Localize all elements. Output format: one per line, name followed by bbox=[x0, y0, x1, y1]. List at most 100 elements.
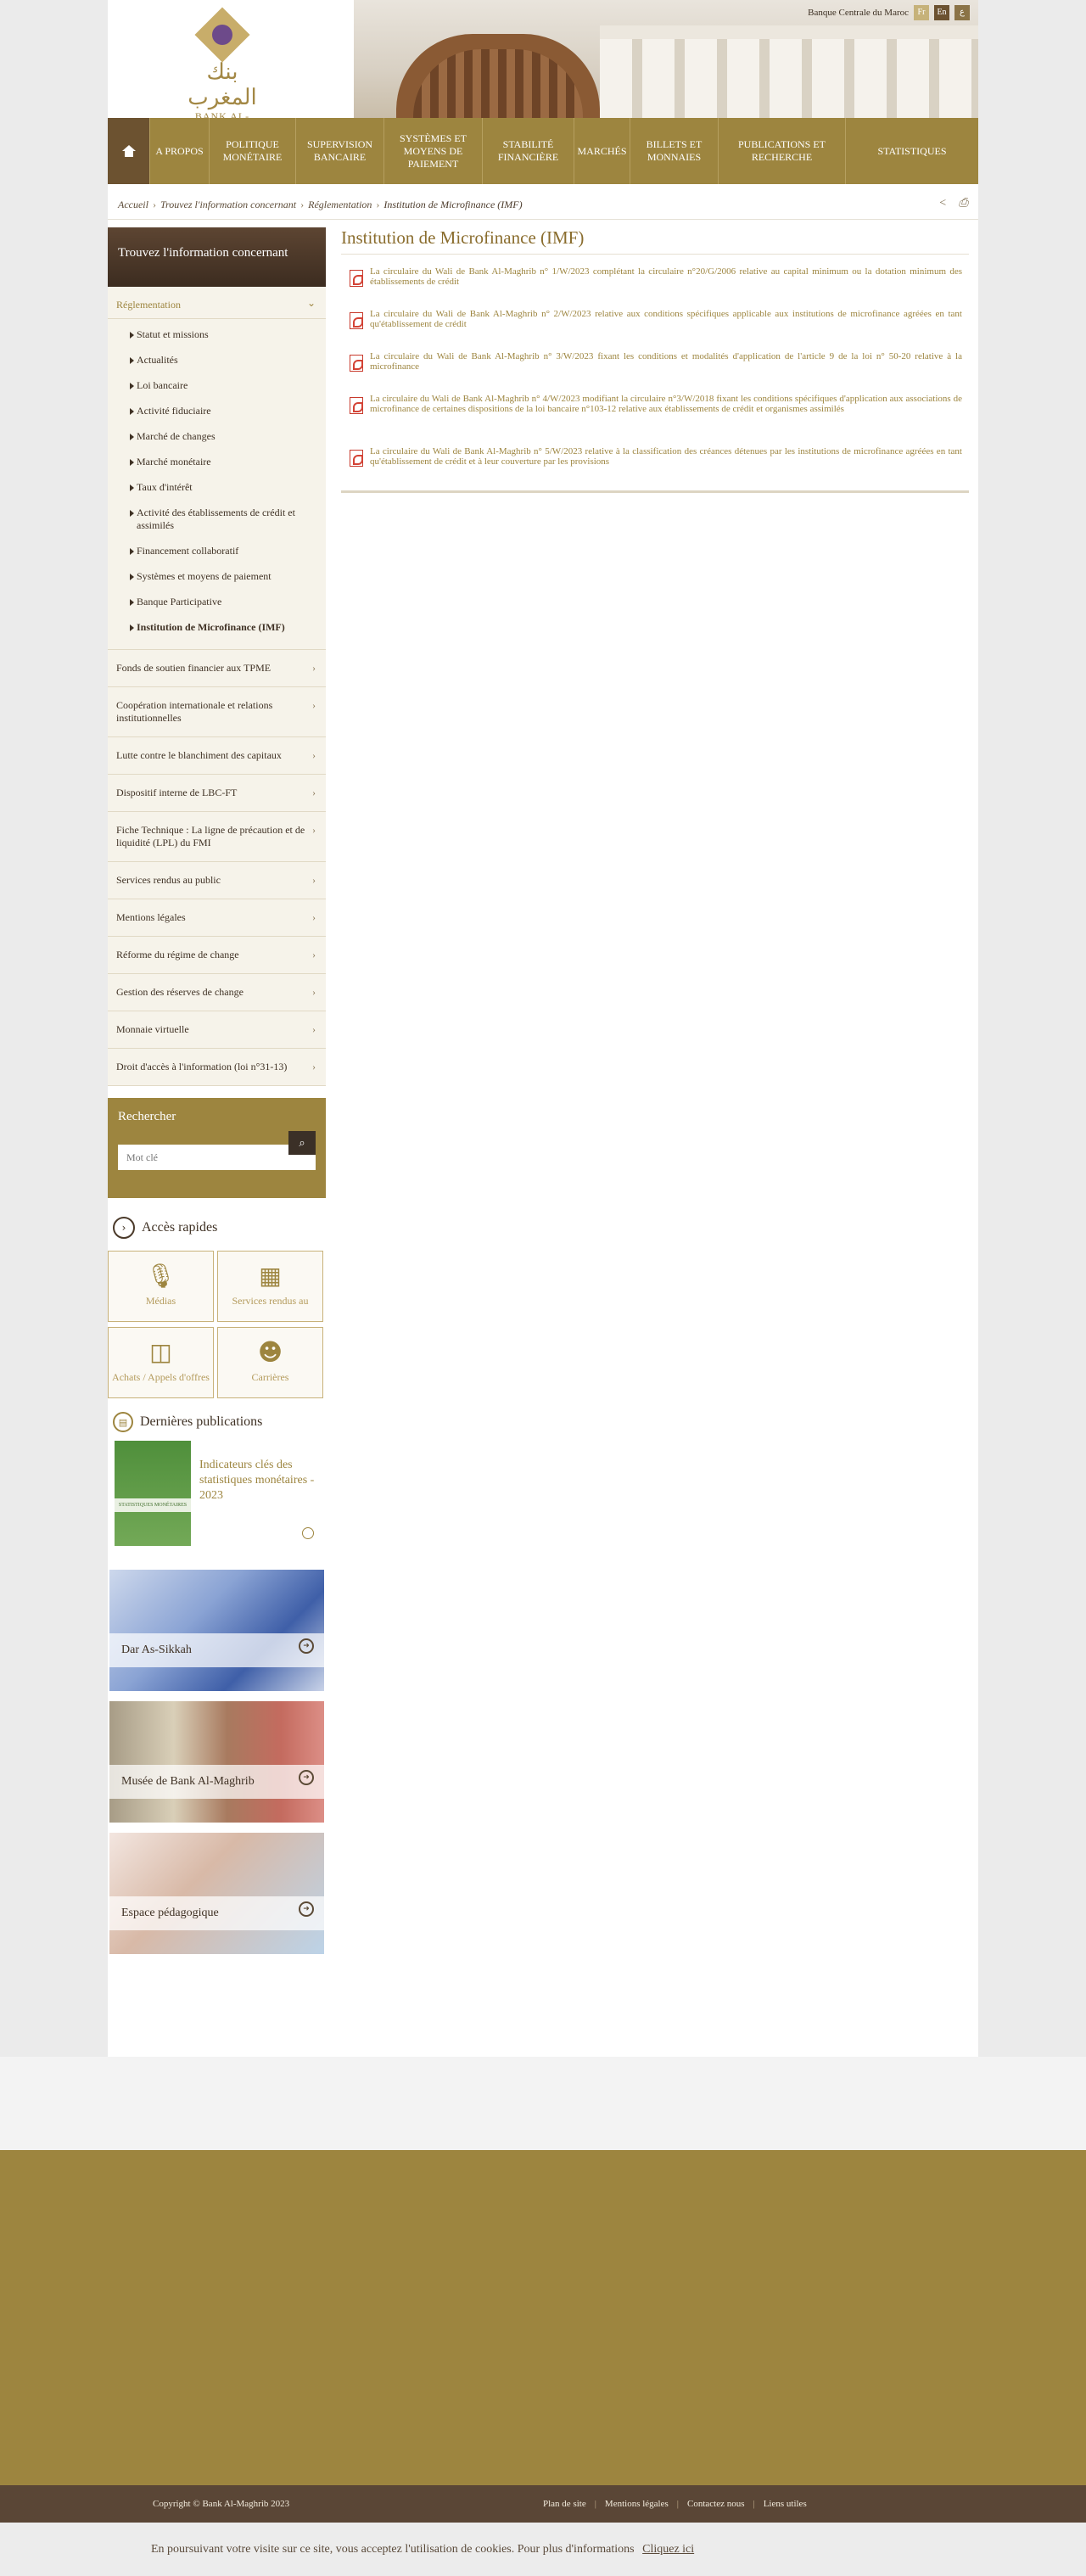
search-icon[interactable]: ⌕ bbox=[288, 1131, 316, 1155]
nav-a-propos[interactable]: A PROPOS bbox=[150, 118, 210, 184]
sidebar-item-reserves-change[interactable]: Gestion des réserves de change › bbox=[108, 974, 326, 1011]
share-icon[interactable]: < bbox=[938, 197, 946, 210]
lang-fr[interactable]: Fr bbox=[914, 5, 929, 20]
nav-systemes-paiement[interactable]: SYSTÈMES ET MOYENS DE PAIEMENT bbox=[384, 118, 483, 184]
promo-label: Dar As-Sikkah bbox=[109, 1633, 324, 1667]
submenu-item-actualites[interactable]: Actualités bbox=[130, 348, 317, 373]
quick-access-title: Accès rapides bbox=[142, 1220, 218, 1235]
close-icon[interactable] bbox=[1016, 2536, 1035, 2555]
circular-link[interactable]: La circulaire du Wali de Bank Al-Maghrib… bbox=[370, 266, 962, 287]
circular-item[interactable]: La circulaire du Wali de Bank Al-Maghrib… bbox=[341, 382, 969, 434]
sidebar-item-label: Réglementation bbox=[116, 299, 181, 311]
submenu-item-imf[interactable]: Institution de Microfinance (IMF) bbox=[130, 615, 317, 641]
quick-access-label: Achats / Appels d'offres bbox=[112, 1371, 210, 1383]
lang-en[interactable]: En bbox=[934, 5, 949, 20]
sidebar-item-label: Services rendus au public bbox=[116, 874, 221, 886]
publication-cover-image[interactable]: STATISTIQUES MONÉTAIRES bbox=[115, 1441, 191, 1546]
sidebar-item-label: Gestion des réserves de change bbox=[116, 986, 244, 998]
sidebar-item-services-public[interactable]: Services rendus au public › bbox=[108, 862, 326, 899]
promo-dar-as-sikkah[interactable]: Dar As-Sikkah ➜ bbox=[109, 1570, 324, 1691]
publication-link[interactable]: Indicateurs clés des statistiques monéta… bbox=[199, 1458, 318, 1504]
submenu-item-activite-fiduciaire[interactable]: Activité fiduciaire bbox=[130, 399, 317, 424]
sidebar-item-fonds-tpme[interactable]: Fonds de soutien financier aux TPME › bbox=[108, 650, 326, 687]
bank-logo[interactable]: بنك المغرب BANK AL-MAGHRIB bbox=[171, 7, 273, 118]
submenu-item-marche-changes[interactable]: Marché de changes bbox=[130, 424, 317, 450]
site-name-link[interactable]: Banque Centrale du Maroc bbox=[808, 8, 909, 18]
chevron-right-icon: › bbox=[312, 824, 316, 836]
breadcrumb-reglementation[interactable]: Réglementation bbox=[308, 199, 372, 211]
promo-espace-pedagogique[interactable]: Espace pédagogique ➜ bbox=[109, 1833, 324, 1954]
submenu-item-etablissements-credit[interactable]: Activité des établissements de crédit et… bbox=[130, 501, 317, 539]
chevron-right-icon: › bbox=[312, 911, 316, 923]
sidebar-item-label: Monnaie virtuelle bbox=[116, 1023, 189, 1035]
promo-musee[interactable]: Musée de Bank Al-Maghrib ➜ bbox=[109, 1701, 324, 1823]
footer-link-mentions-legales[interactable]: Mentions légales bbox=[605, 2499, 669, 2509]
submenu-item-systemes-paiement[interactable]: Systèmes et moyens de paiement bbox=[130, 564, 317, 590]
submenu-item-marche-monetaire[interactable]: Marché monétaire bbox=[130, 450, 317, 475]
print-icon[interactable]: ⎙ bbox=[959, 197, 968, 210]
pdf-icon bbox=[350, 312, 363, 329]
circular-link[interactable]: La circulaire du Wali de Bank Al-Maghrib… bbox=[370, 394, 962, 414]
publication-more-icon[interactable] bbox=[302, 1527, 314, 1539]
sidebar-submenu: Statut et missions Actualités Loi bancai… bbox=[108, 319, 326, 650]
submenu-item-banque-participative[interactable]: Banque Participative bbox=[130, 590, 317, 615]
footer-link-plan-site[interactable]: Plan de site bbox=[543, 2499, 586, 2509]
sidebar-item-lpl-fmi[interactable]: Fiche Technique : La ligne de précaution… bbox=[108, 812, 326, 862]
nav-publications-recherche[interactable]: PUBLICATIONS ET RECHERCHE bbox=[719, 118, 846, 184]
sidebar-item-mentions-legales[interactable]: Mentions légales › bbox=[108, 899, 326, 937]
chevron-right-icon: › bbox=[312, 874, 316, 886]
sidebar-item-blanchiment[interactable]: Lutte contre le blanchiment des capitaux… bbox=[108, 737, 326, 775]
circular-link[interactable]: La circulaire du Wali de Bank Al-Maghrib… bbox=[370, 309, 962, 329]
main-content: Institution de Microfinance (IMF) La cir… bbox=[341, 227, 969, 493]
cookie-banner: En poursuivant votre visite sur ce site,… bbox=[0, 2523, 1086, 2576]
nav-billets-monnaies[interactable]: BILLETS ET MONNAIES bbox=[630, 118, 719, 184]
quick-access-achats[interactable]: ◫ Achats / Appels d'offres bbox=[108, 1327, 214, 1398]
content-divider bbox=[341, 490, 969, 493]
circular-item[interactable]: La circulaire du Wali de Bank Al-Maghrib… bbox=[341, 255, 969, 297]
breadcrumb-separator-icon: › bbox=[300, 198, 305, 210]
nav-supervision-bancaire[interactable]: SUPERVISION BANCAIRE bbox=[296, 118, 384, 184]
lang-ar[interactable]: ع bbox=[954, 5, 970, 20]
nav-politique-monetaire[interactable]: POLITIQUE MONÉTAIRE bbox=[210, 118, 296, 184]
nav-stabilite-financiere[interactable]: STABILITÉ FINANCIÈRE bbox=[483, 118, 574, 184]
sidebar-item-cooperation[interactable]: Coopération internationale et relations … bbox=[108, 687, 326, 737]
footer-link-contact[interactable]: Contactez nous bbox=[687, 2499, 745, 2509]
sidebar-item-monnaie-virtuelle[interactable]: Monnaie virtuelle › bbox=[108, 1011, 326, 1049]
sidebar-item-label: Mentions légales bbox=[116, 911, 186, 923]
submenu-item-financement-collaboratif[interactable]: Financement collaboratif bbox=[130, 539, 317, 564]
quick-access-services[interactable]: ▦ Services rendus au bbox=[217, 1251, 323, 1322]
quick-access-label: Médias bbox=[145, 1295, 176, 1307]
arrow-right-circle-icon: › bbox=[113, 1217, 135, 1239]
submenu-item-taux-interet[interactable]: Taux d'intérêt bbox=[130, 475, 317, 501]
microphone-icon: 🎙 bbox=[145, 1262, 176, 1290]
sidebar-title: Trouvez l'information concernant bbox=[108, 227, 326, 287]
footer-link-liens-utiles[interactable]: Liens utiles bbox=[764, 2499, 807, 2509]
shopping-bag-icon: ◫ bbox=[149, 1338, 172, 1366]
sidebar-item-lbc-ft[interactable]: Dispositif interne de LBC-FT › bbox=[108, 775, 326, 812]
quick-access-medias[interactable]: 🎙 Médias bbox=[108, 1251, 214, 1322]
circular-link[interactable]: La circulaire du Wali de Bank Al-Maghrib… bbox=[370, 446, 962, 467]
quick-access-carrieres[interactable]: ☻ Carrières bbox=[217, 1327, 323, 1398]
search-title: Rechercher bbox=[118, 1110, 176, 1123]
breadcrumb-home[interactable]: Accueil bbox=[118, 199, 148, 211]
quick-access-grid: 🎙 Médias ▦ Services rendus au ◫ Achats /… bbox=[108, 1251, 326, 1398]
sidebar-item-reglementation[interactable]: Réglementation ⌄ bbox=[108, 287, 326, 319]
submenu-item-loi-bancaire[interactable]: Loi bancaire bbox=[130, 373, 317, 399]
chevron-right-icon: › bbox=[312, 949, 316, 960]
circular-item[interactable]: La circulaire du Wali de Bank Al-Maghrib… bbox=[341, 297, 969, 339]
sidebar-item-reforme-change[interactable]: Réforme du régime de change › bbox=[108, 937, 326, 974]
nav-marches[interactable]: MARCHÉS bbox=[574, 118, 630, 184]
submenu-item-statut[interactable]: Statut et missions bbox=[130, 322, 317, 348]
quick-access-header: › Accès rapides bbox=[108, 1215, 326, 1240]
circular-item[interactable]: La circulaire du Wali de Bank Al-Maghrib… bbox=[341, 434, 969, 477]
nav-statistiques[interactable]: STATISTIQUES bbox=[846, 118, 978, 184]
footer-links: Plan de site | Mentions légales | Contac… bbox=[543, 2499, 807, 2509]
circular-item[interactable]: La circulaire du Wali de Bank Al-Maghrib… bbox=[341, 339, 969, 382]
search-input[interactable] bbox=[118, 1145, 316, 1170]
sidebar-item-droit-acces[interactable]: Droit d'accès à l'information (loi n°31-… bbox=[108, 1049, 326, 1086]
breadcrumb-trouvez[interactable]: Trouvez l'information concernant bbox=[160, 199, 296, 211]
circular-link[interactable]: La circulaire du Wali de Bank Al-Maghrib… bbox=[370, 351, 962, 372]
cookie-more-link[interactable]: Cliquez ici bbox=[642, 2543, 694, 2556]
footer-band bbox=[0, 2150, 1086, 2485]
nav-home[interactable] bbox=[108, 118, 150, 184]
